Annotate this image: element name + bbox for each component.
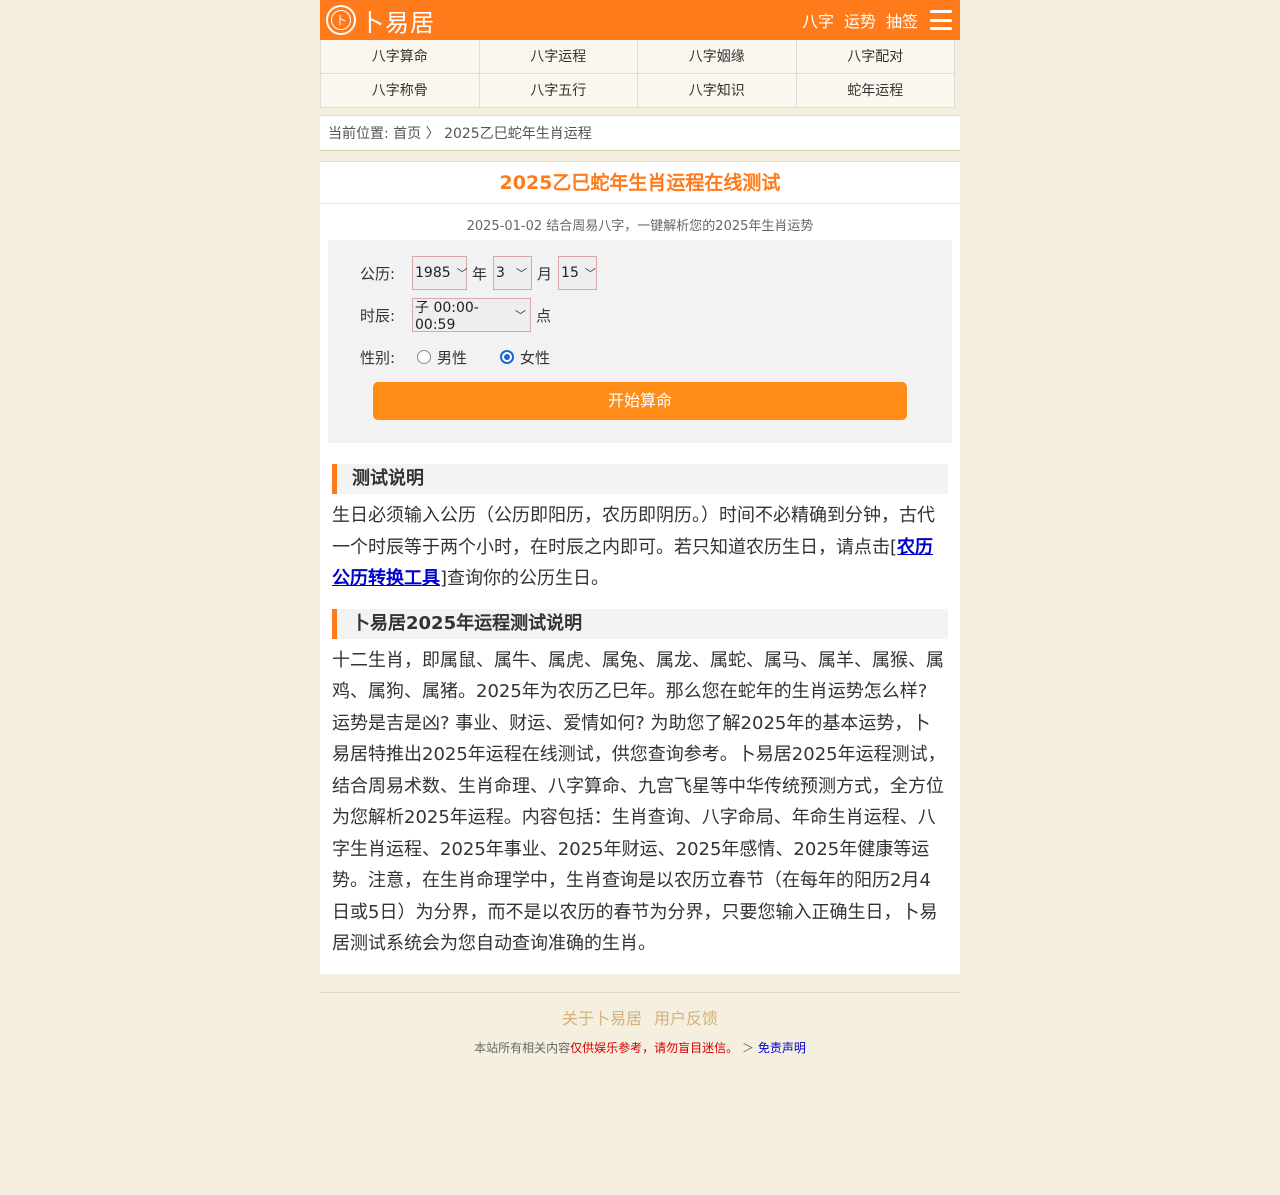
- logo-text: 卜易居: [360, 8, 435, 37]
- chevron-down-icon: ﹀: [456, 267, 468, 280]
- footer-disclaimer: 本站所有相关内容仅供娱乐参考，请勿盲目迷信。 ＞ 免责声明: [320, 1039, 960, 1056]
- nav-item-bazi-chenggu[interactable]: 八字称骨: [321, 74, 480, 108]
- female-radio[interactable]: [500, 350, 515, 364]
- disclaimer-warning: 仅供娱乐参考，请勿盲目迷信。: [570, 1040, 739, 1055]
- female-radio-label[interactable]: 女性: [520, 347, 550, 368]
- footer-feedback-link[interactable]: 用户反馈: [654, 1009, 718, 1028]
- nav-item-bazi-suanming[interactable]: 八字算命: [321, 40, 480, 74]
- male-radio[interactable]: [417, 350, 431, 364]
- solar-label: 公历:: [360, 264, 396, 283]
- test-notes-text-b: ]查询你的公历生日。: [440, 568, 610, 589]
- breadcrumb-home-link[interactable]: 首页: [393, 126, 421, 142]
- logo-emblem-icon: 卜: [326, 5, 356, 35]
- section-heading-yuncheng-notes: 卜易居2025年运程测试说明: [332, 608, 948, 639]
- solar-date-row: 公历: 1985 ﹀ 年 3 ﹀ 月 15 ﹀: [360, 256, 952, 290]
- test-notes-text-a: 生日必须输入公历（公历即阳历，农历即阴历。）时间不必精确到分钟，古代一个时辰等于…: [332, 505, 935, 558]
- section-heading-test-notes: 测试说明: [332, 464, 948, 494]
- gender-row: 性别: 男性 女性: [360, 340, 952, 374]
- page: 卜 卜易居 八字 运势 抽签 八字算命 八字运程 八字姻缘 八字配对 八字称骨 …: [320, 0, 960, 1056]
- page-subtitle: 2025-01-02 结合周易八字，一键解析您的2025年生肖运势: [466, 219, 814, 234]
- top-nav-bazi[interactable]: 八字: [802, 8, 834, 32]
- top-bar: 卜 卜易居 八字 运势 抽签: [320, 0, 960, 40]
- hamburger-menu-icon[interactable]: [930, 10, 952, 30]
- day-select-value: 15: [561, 265, 579, 281]
- hour-row: 时辰: 子 00:00-00:59 ﹀ 点: [360, 298, 952, 333]
- breadcrumb-current: 2025乙巳蛇年生肖运程: [444, 126, 592, 142]
- chevron-down-icon: ﹀: [515, 309, 526, 322]
- month-unit: 月: [537, 264, 553, 283]
- breadcrumb-prefix: 当前位置:: [328, 126, 394, 142]
- page-title: 2025乙巳蛇年生肖运程在线测试: [320, 162, 960, 204]
- breadcrumb: 当前位置: 首页 〉 2025乙巳蛇年生肖运程: [320, 115, 960, 151]
- top-nav-yunshi[interactable]: 运势: [844, 8, 876, 32]
- year-unit: 年: [472, 264, 488, 283]
- breadcrumb-separator: 〉: [421, 126, 440, 142]
- birth-form: 公历: 1985 ﹀ 年 3 ﹀ 月 15 ﹀ 时辰: 子 00:00-00:59 ﹀ …: [328, 240, 952, 443]
- male-radio-label[interactable]: 男性: [437, 347, 467, 368]
- year-select-value: 1985: [415, 265, 451, 281]
- footer-about-link[interactable]: 关于卜易居: [562, 1009, 642, 1028]
- site-logo[interactable]: 卜 卜易居: [326, 3, 435, 38]
- year-select[interactable]: 1985 ﹀: [412, 256, 468, 290]
- disclaimer-link[interactable]: 免责声明: [758, 1041, 806, 1055]
- nav-item-bazi-wuxing[interactable]: 八字五行: [479, 74, 638, 108]
- logo-emblem-glyph: 卜: [331, 10, 351, 30]
- nav-item-bazi-yuncheng[interactable]: 八字运程: [479, 40, 638, 74]
- hour-unit: 点: [536, 306, 552, 325]
- nav-item-bazi-yinyuan[interactable]: 八字姻缘: [638, 40, 797, 74]
- category-nav-grid: 八字算命 八字运程 八字姻缘 八字配对 八字称骨 八字五行 八字知识 蛇年运程: [320, 40, 955, 108]
- submit-button[interactable]: 开始算命: [373, 382, 907, 420]
- chevron-down-icon: ﹀: [584, 267, 596, 280]
- day-select[interactable]: 15 ﹀: [558, 256, 598, 290]
- footer-links: 关于卜易居 用户反馈: [320, 1005, 960, 1029]
- footer-divider: [320, 991, 960, 993]
- yuncheng-notes-paragraph: 十二生肖，即属鼠、属牛、属虎、属兔、属龙、属蛇、属马、属羊、属猴、属鸡、属狗、属…: [332, 649, 946, 955]
- hour-select-value: 子 00:00-00:59: [415, 300, 479, 333]
- chevron-down-icon: ﹀: [516, 267, 528, 280]
- test-notes-paragraph: 生日必须输入公历（公历即阳历，农历即阴历。）时间不必精确到分钟，古代一个时辰等于…: [332, 500, 948, 595]
- nav-item-bazi-peidui[interactable]: 八字配对: [796, 40, 955, 74]
- hour-select[interactable]: 子 00:00-00:59 ﹀: [412, 298, 531, 333]
- month-select-value: 3: [496, 265, 505, 281]
- disclaimer-arrow: ＞: [738, 1040, 758, 1055]
- gender-label: 性别:: [360, 348, 396, 367]
- top-nav: 八字 运势 抽签: [792, 8, 952, 32]
- nav-item-bazi-zhishi[interactable]: 八字知识: [638, 74, 797, 108]
- main-panel: 2025乙巳蛇年生肖运程在线测试 2025-01-02 结合周易八字，一键解析您…: [320, 161, 960, 974]
- nav-item-shenian-yuncheng[interactable]: 蛇年运程: [796, 74, 955, 108]
- hour-label: 时辰:: [360, 306, 396, 325]
- month-select[interactable]: 3 ﹀: [493, 256, 533, 290]
- top-nav-chouqian[interactable]: 抽签: [886, 8, 918, 32]
- disclaimer-text: 本站所有相关内容: [474, 1040, 571, 1055]
